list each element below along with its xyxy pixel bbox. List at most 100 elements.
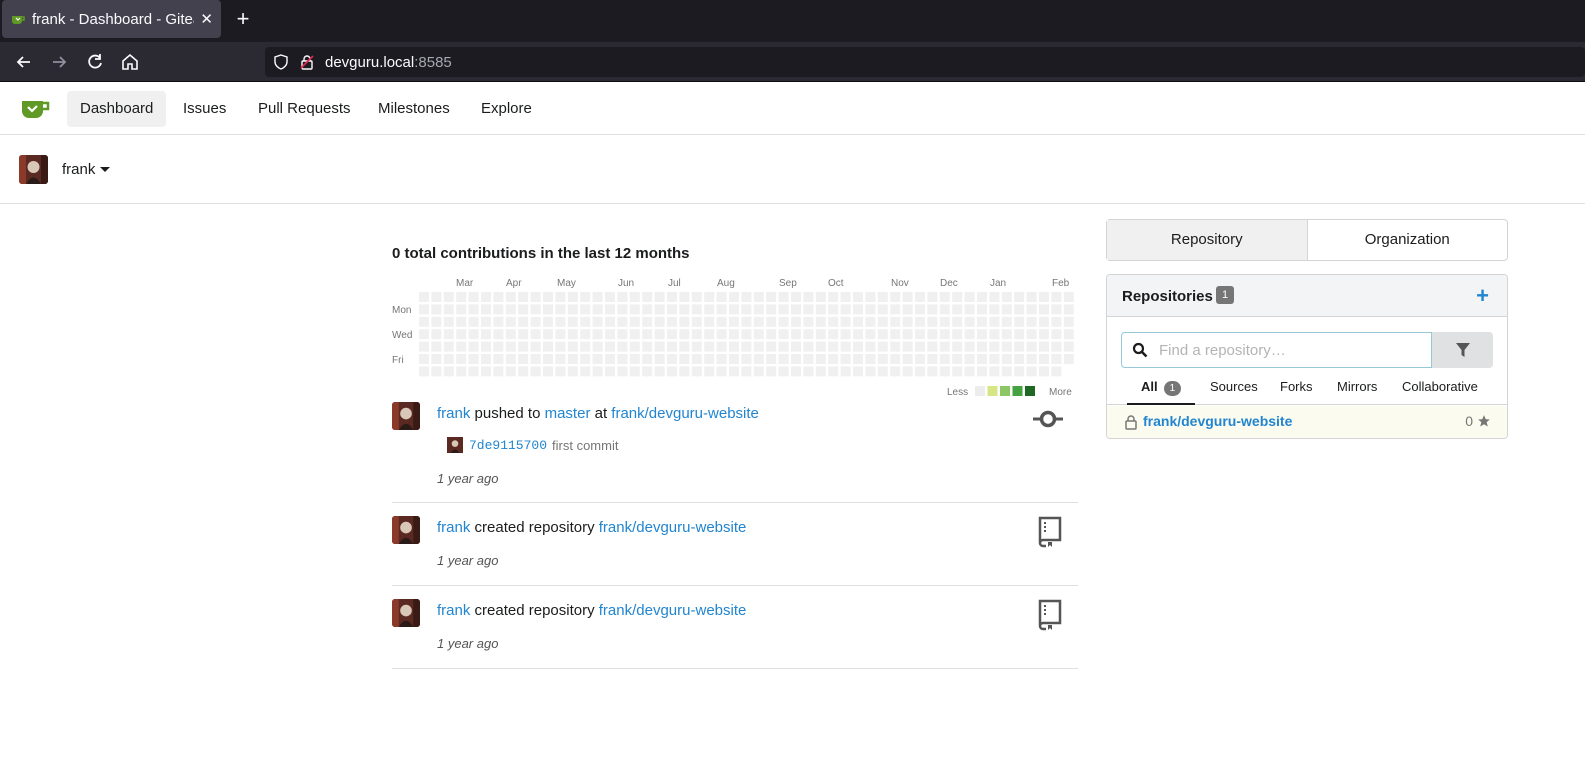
heatmap-cell[interactable] bbox=[518, 341, 529, 352]
heatmap-cell[interactable] bbox=[1039, 341, 1049, 352]
heatmap-cell[interactable] bbox=[654, 341, 665, 352]
heatmap-cell[interactable] bbox=[555, 366, 566, 377]
heatmap-cell[interactable] bbox=[481, 304, 491, 315]
heatmap-cell[interactable] bbox=[617, 316, 628, 327]
heatmap-cell[interactable] bbox=[580, 366, 591, 377]
heatmap-cell[interactable] bbox=[580, 354, 591, 364]
heatmap-cell[interactable] bbox=[505, 341, 516, 352]
heatmap-cell[interactable] bbox=[939, 341, 950, 352]
repo-link[interactable]: frank/devguru-website bbox=[611, 405, 759, 422]
heatmap-cell[interactable] bbox=[530, 304, 541, 315]
heatmap-cell[interactable] bbox=[964, 316, 975, 327]
heatmap-cell[interactable] bbox=[877, 329, 888, 340]
heatmap-cell[interactable] bbox=[939, 304, 950, 315]
heatmap-cell[interactable] bbox=[890, 316, 901, 327]
heatmap-cell[interactable] bbox=[1014, 366, 1025, 377]
heatmap-cell[interactable] bbox=[902, 329, 913, 340]
heatmap-cell[interactable] bbox=[555, 329, 566, 340]
heatmap-cell[interactable] bbox=[555, 292, 566, 302]
heatmap-cell[interactable] bbox=[1014, 329, 1025, 340]
heatmap-cell[interactable] bbox=[505, 329, 516, 340]
heatmap-cell[interactable] bbox=[456, 366, 467, 377]
heatmap-cell[interactable] bbox=[753, 304, 764, 315]
heatmap-cell[interactable] bbox=[704, 304, 715, 315]
heatmap-cell[interactable] bbox=[493, 366, 504, 377]
heatmap-cell[interactable] bbox=[543, 354, 553, 364]
heatmap-cell[interactable] bbox=[704, 329, 715, 340]
heatmap-cell[interactable] bbox=[927, 341, 938, 352]
heatmap-cell[interactable] bbox=[642, 329, 653, 340]
heatmap-cell[interactable] bbox=[766, 329, 777, 340]
heatmap-cell[interactable] bbox=[431, 366, 442, 377]
gitea-logo-icon[interactable] bbox=[19, 95, 51, 121]
heatmap-cell[interactable] bbox=[419, 366, 429, 377]
heatmap-cell[interactable] bbox=[753, 329, 764, 340]
heatmap-cell[interactable] bbox=[865, 354, 876, 364]
heatmap-cell[interactable] bbox=[617, 304, 628, 315]
heatmap-cell[interactable] bbox=[902, 341, 913, 352]
heatmap-cell[interactable] bbox=[456, 292, 467, 302]
heatmap-cell[interactable] bbox=[939, 316, 950, 327]
heatmap-cell[interactable] bbox=[443, 354, 454, 364]
heatmap-cell[interactable] bbox=[1051, 329, 1062, 340]
heatmap-cell[interactable] bbox=[654, 316, 665, 327]
heatmap-cell[interactable] bbox=[530, 366, 541, 377]
user-link[interactable]: frank bbox=[437, 405, 470, 422]
nav-milestones[interactable]: Milestones bbox=[365, 91, 463, 127]
heatmap-cell[interactable] bbox=[1026, 354, 1037, 364]
heatmap-cell[interactable] bbox=[605, 354, 615, 364]
heatmap-cell[interactable] bbox=[691, 329, 702, 340]
heatmap-cell[interactable] bbox=[518, 316, 529, 327]
heatmap-cell[interactable] bbox=[766, 354, 777, 364]
heatmap-cell[interactable] bbox=[915, 329, 925, 340]
heatmap-cell[interactable] bbox=[1014, 316, 1025, 327]
heatmap-cell[interactable] bbox=[853, 304, 863, 315]
heatmap-cell[interactable] bbox=[419, 292, 429, 302]
repo-link[interactable]: frank/devguru-website bbox=[599, 519, 747, 536]
repository-name-link[interactable]: frank/devguru-website bbox=[1143, 413, 1292, 429]
heatmap-cell[interactable] bbox=[617, 341, 628, 352]
heatmap-cell[interactable] bbox=[468, 366, 479, 377]
heatmap-cell[interactable] bbox=[877, 304, 888, 315]
heatmap-cell[interactable] bbox=[468, 304, 479, 315]
heatmap-cell[interactable] bbox=[877, 354, 888, 364]
heatmap-cell[interactable] bbox=[555, 316, 566, 327]
heatmap-cell[interactable] bbox=[419, 341, 429, 352]
heatmap-cell[interactable] bbox=[679, 341, 690, 352]
heatmap-cell[interactable] bbox=[691, 366, 702, 377]
heatmap-cell[interactable] bbox=[989, 341, 1000, 352]
heatmap-cell[interactable] bbox=[567, 341, 578, 352]
heatmap-cell[interactable] bbox=[989, 292, 1000, 302]
heatmap-cell[interactable] bbox=[456, 354, 467, 364]
heatmap-cell[interactable] bbox=[1026, 366, 1037, 377]
heatmap-cell[interactable] bbox=[877, 366, 888, 377]
heatmap-cell[interactable] bbox=[704, 354, 715, 364]
heatmap-cell[interactable] bbox=[629, 292, 640, 302]
heatmap-cell[interactable] bbox=[828, 366, 839, 377]
heatmap-cell[interactable] bbox=[902, 316, 913, 327]
heatmap-cell[interactable] bbox=[815, 354, 826, 364]
chevron-down-icon[interactable] bbox=[100, 167, 110, 172]
heatmap-cell[interactable] bbox=[518, 292, 529, 302]
heatmap-cell[interactable] bbox=[939, 354, 950, 364]
heatmap-cell[interactable] bbox=[431, 292, 442, 302]
nav-explore[interactable]: Explore bbox=[468, 91, 545, 127]
heatmap-cell[interactable] bbox=[654, 329, 665, 340]
heatmap-cell[interactable] bbox=[617, 354, 628, 364]
heatmap-cell[interactable] bbox=[530, 341, 541, 352]
url-bar[interactable]: devguru.local:8585 bbox=[265, 47, 1585, 77]
heatmap-cell[interactable] bbox=[543, 316, 553, 327]
heatmap-cell[interactable] bbox=[530, 316, 541, 327]
heatmap-cell[interactable] bbox=[518, 304, 529, 315]
heatmap-cell[interactable] bbox=[493, 304, 504, 315]
heatmap-cell[interactable] bbox=[493, 354, 504, 364]
heatmap-cell[interactable] bbox=[766, 316, 777, 327]
user-link[interactable]: frank bbox=[437, 519, 470, 536]
heatmap-cell[interactable] bbox=[456, 329, 467, 340]
heatmap-cell[interactable] bbox=[853, 316, 863, 327]
heatmap-cell[interactable] bbox=[443, 329, 454, 340]
heatmap-cell[interactable] bbox=[592, 304, 603, 315]
heatmap-cell[interactable] bbox=[1014, 341, 1025, 352]
heatmap-cell[interactable] bbox=[877, 341, 888, 352]
heatmap-cell[interactable] bbox=[481, 316, 491, 327]
